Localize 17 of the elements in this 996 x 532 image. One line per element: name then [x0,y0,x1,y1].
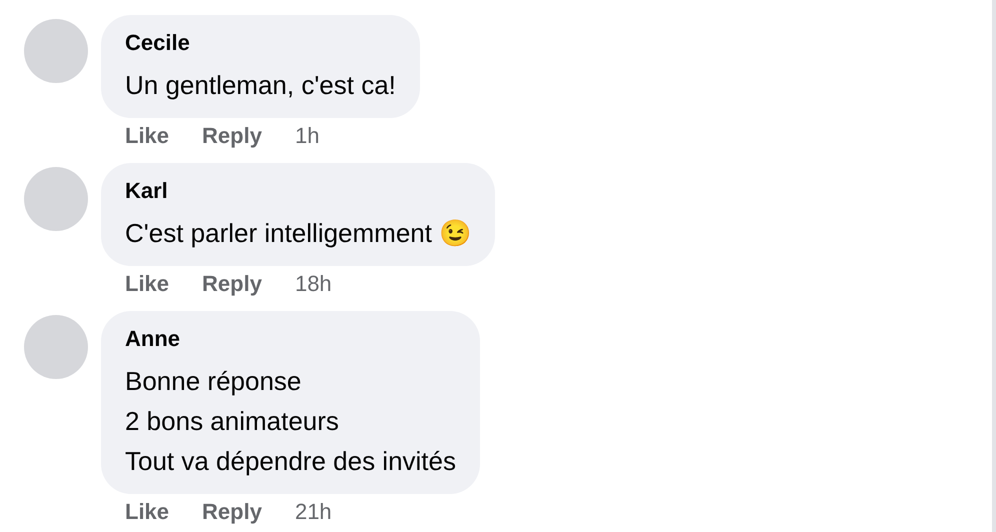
like-link[interactable]: Like [125,271,170,297]
author-name: Karl [125,177,169,205]
reply-link[interactable]: Reply [202,271,262,297]
comment-text: 2 bons animateurs [125,405,340,438]
comment-text: Tout va dépendre des invités [125,445,456,478]
reply-link[interactable]: Reply [202,499,262,525]
timestamp: 21h [294,499,332,525]
timestamp: 18h [294,271,332,297]
like-link[interactable]: Like [125,123,170,149]
like-link[interactable]: Like [125,499,170,525]
comment-text: Un gentleman, c'est ca! [125,69,396,102]
timestamp: 1h [294,123,320,149]
comment-text: Bonne réponse [125,365,302,398]
author-name: Cecile [125,29,191,57]
reply-link[interactable]: Reply [202,123,262,149]
comment-text: C'est parler intelligemment 😉 [125,217,472,250]
author-name: Anne [125,325,181,353]
